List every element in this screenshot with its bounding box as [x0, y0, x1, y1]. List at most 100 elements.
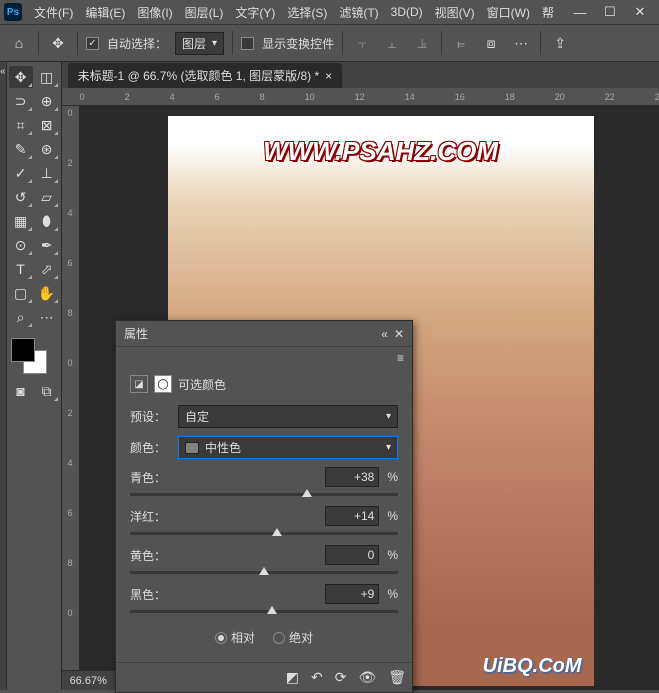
menu-3d[interactable]: 3D(D)	[385, 5, 429, 19]
options-bar: ⌂ ✥ 自动选择： 图层▾ 显示变换控件 ⫟ ⫠ ⫡ ⫢ ⧈ ⋯ ⇪	[0, 24, 659, 62]
brush-tool[interactable]: ✓	[9, 162, 33, 184]
more-options-icon[interactable]: ⋯	[510, 32, 532, 54]
path-select-tool[interactable]: ⬀	[35, 258, 59, 280]
align-bottom-icon[interactable]: ⫡	[411, 32, 433, 54]
eraser-tool[interactable]: ▱	[35, 186, 59, 208]
eyedropper-tool[interactable]: ✎	[9, 138, 33, 160]
document-tab[interactable]: 未标题-1 @ 66.7% (选取颜色 1, 图层蒙版/8) * ×	[68, 63, 343, 88]
share-icon[interactable]: ⇪	[549, 32, 571, 54]
frame-tool[interactable]: ⊠	[35, 114, 59, 136]
menu-view[interactable]: 视图(V)	[429, 4, 481, 21]
gradient-tool[interactable]: ▦	[9, 210, 33, 232]
blur-tool[interactable]: ⬮	[35, 210, 59, 232]
hand-tool[interactable]: ✋	[35, 282, 59, 304]
menu-filter[interactable]: 滤镜(T)	[333, 4, 384, 21]
yellow-input[interactable]	[325, 545, 379, 565]
history-brush-tool[interactable]: ↺	[9, 186, 33, 208]
delete-adjustment-icon[interactable]: 🗑	[388, 669, 406, 686]
menu-select[interactable]: 选择(S)	[281, 4, 333, 21]
panel-collapse-icon[interactable]: «	[381, 327, 388, 341]
window-maximize-button[interactable]: ☐	[595, 2, 625, 22]
black-slider[interactable]	[130, 610, 398, 613]
magenta-input[interactable]	[325, 506, 379, 526]
panel-title: 属性	[124, 325, 148, 342]
watermark-top: WWW.PSAHZ.COM	[263, 136, 498, 167]
properties-panel: 属性 « ✕ ≡ ◪ ◯ 可选颜色 预设： 自定▾ 颜色： 中性色▾	[115, 320, 413, 693]
screen-mode-toggle[interactable]: ⧉	[35, 380, 59, 402]
cyan-input[interactable]	[325, 467, 379, 487]
adjustment-name: 可选颜色	[178, 376, 226, 393]
menu-help[interactable]: 帮	[536, 4, 560, 21]
window-minimize-button[interactable]: —	[565, 2, 595, 22]
toolbox-more[interactable]: ⋯	[35, 306, 59, 328]
title-bar: Ps 文件(F) 编辑(E) 图像(I) 图层(L) 文字(Y) 选择(S) 滤…	[0, 0, 659, 24]
type-tool[interactable]: T	[9, 258, 33, 280]
quick-select-tool[interactable]: ⊕	[35, 90, 59, 112]
auto-select-target-dropdown[interactable]: 图层▾	[175, 32, 224, 55]
magenta-label: 洋红：	[130, 508, 325, 525]
align-vcenter-icon[interactable]: ⫠	[381, 32, 403, 54]
document-tab-title: 未标题-1 @ 66.7% (选取颜色 1, 图层蒙版/8) *	[78, 67, 320, 84]
dodge-tool[interactable]: ⊙	[9, 234, 33, 256]
menu-window[interactable]: 窗口(W)	[481, 4, 536, 21]
menu-edit[interactable]: 编辑(E)	[79, 4, 131, 21]
clip-to-layer-icon[interactable]: ◩	[286, 669, 299, 686]
panel-footer: ◩ ↶ ⟳ 👁 🗑	[116, 662, 412, 692]
distribute-icon[interactable]: ⫢	[450, 32, 472, 54]
lasso-tool[interactable]: ⊃	[9, 90, 33, 112]
shape-tool[interactable]: ▢	[9, 282, 33, 304]
method-relative-radio[interactable]: 相对	[215, 629, 255, 646]
yellow-slider[interactable]	[130, 571, 398, 574]
color-dropdown[interactable]: 中性色▾	[178, 436, 398, 459]
mask-icon[interactable]: ◯	[154, 375, 172, 393]
move-tool-icon[interactable]: ✥	[47, 32, 69, 54]
method-absolute-radio[interactable]: 绝对	[273, 629, 313, 646]
menu-type[interactable]: 文字(Y)	[229, 4, 281, 21]
preset-dropdown[interactable]: 自定▾	[178, 405, 398, 428]
foreground-color-swatch[interactable]	[11, 338, 35, 362]
quick-mask-toggle[interactable]: ◙	[9, 380, 33, 402]
align-top-icon[interactable]: ⫟	[351, 32, 373, 54]
pen-tool[interactable]: ✒	[35, 234, 59, 256]
cyan-slider[interactable]	[130, 493, 398, 496]
auto-select-label: 自动选择：	[107, 35, 167, 52]
stamp-tool[interactable]: ⊥	[35, 162, 59, 184]
watermark-bottom: UiBQ.CoM	[483, 655, 582, 678]
window-close-button[interactable]: ✕	[625, 2, 655, 22]
toolbox: ✥◫ ⊃⊕ ⌗⊠ ✎⊛ ✓⊥ ↺▱ ▦⬮ ⊙✒ T⬀ ▢✋ ⌕⋯ ◙⧉	[7, 62, 62, 690]
status-bar: 66.67%	[62, 670, 115, 690]
crop-tool[interactable]: ⌗	[9, 114, 33, 136]
app-logo: Ps	[4, 3, 22, 21]
color-label: 颜色：	[130, 439, 178, 456]
close-tab-icon[interactable]: ×	[325, 69, 332, 83]
3d-mode-icon[interactable]: ⧈	[480, 32, 502, 54]
reset-icon[interactable]: ⟳	[335, 669, 347, 686]
color-swatches[interactable]	[9, 336, 49, 376]
show-transform-label: 显示变换控件	[262, 35, 334, 52]
horizontal-ruler: 024681012141618202224	[62, 88, 659, 106]
menu-layer[interactable]: 图层(L)	[179, 4, 230, 21]
zoom-tool[interactable]: ⌕	[9, 306, 33, 328]
black-input[interactable]	[325, 584, 379, 604]
vertical-ruler: 02468024680	[62, 106, 80, 690]
yellow-label: 黄色：	[130, 547, 325, 564]
healing-tool[interactable]: ⊛	[35, 138, 59, 160]
toggle-visibility-icon[interactable]: 👁	[358, 669, 376, 686]
view-previous-icon[interactable]: ↶	[311, 669, 323, 686]
menu-file[interactable]: 文件(F)	[28, 4, 79, 21]
show-transform-checkbox[interactable]	[241, 37, 254, 50]
zoom-level[interactable]: 66.67%	[70, 675, 107, 687]
home-icon[interactable]: ⌂	[8, 32, 30, 54]
black-label: 黑色：	[130, 586, 325, 603]
panel-menu-icon[interactable]: ≡	[397, 351, 404, 365]
panel-close-icon[interactable]: ✕	[394, 327, 404, 341]
marquee-tool[interactable]: ◫	[35, 66, 59, 88]
panel-header[interactable]: 属性 « ✕	[116, 321, 412, 347]
adjustment-icon[interactable]: ◪	[130, 375, 148, 393]
document-tab-bar: 未标题-1 @ 66.7% (选取颜色 1, 图层蒙版/8) * ×	[62, 62, 659, 88]
menu-image[interactable]: 图像(I)	[131, 4, 178, 21]
cyan-label: 青色：	[130, 469, 325, 486]
auto-select-checkbox[interactable]	[86, 37, 99, 50]
magenta-slider[interactable]	[130, 532, 398, 535]
move-tool[interactable]: ✥	[9, 66, 33, 88]
